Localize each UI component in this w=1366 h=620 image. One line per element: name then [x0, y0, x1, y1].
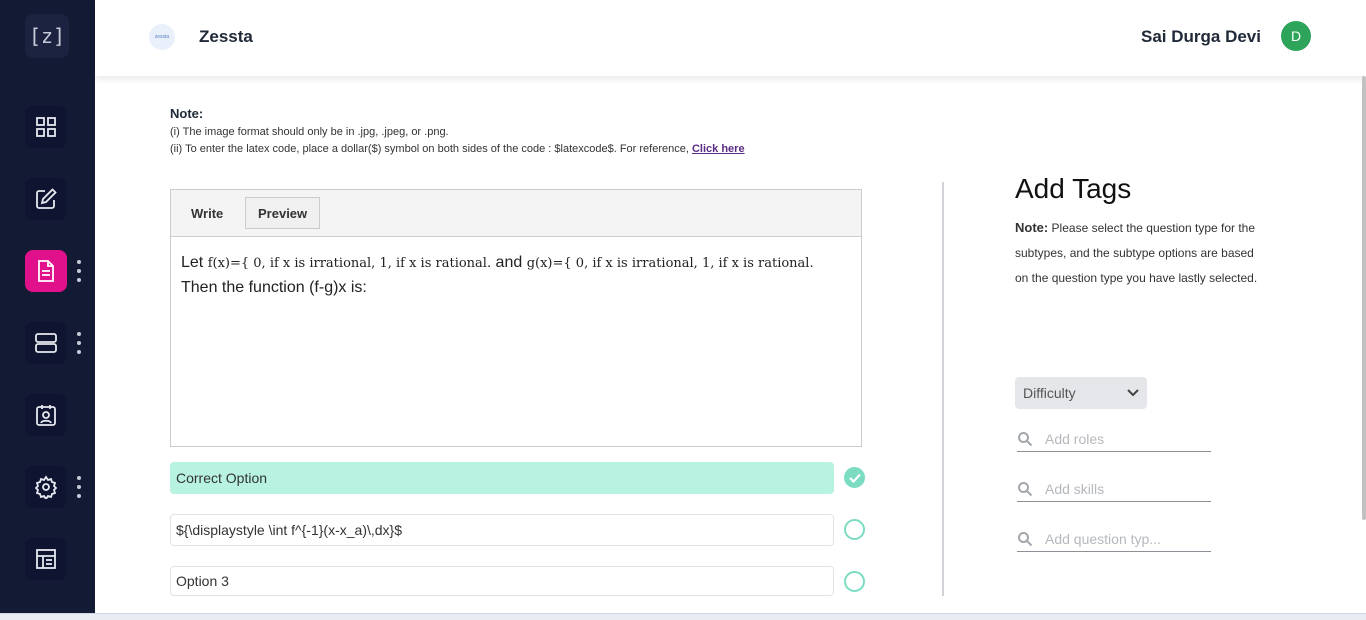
gear-icon: [34, 475, 58, 499]
questions-nav-button[interactable]: [25, 250, 67, 292]
brand-name: Zessta: [199, 27, 253, 46]
top-header: zessta Zessta Sai Durga Devi D: [95, 0, 1366, 76]
search-icon: [1018, 431, 1033, 446]
option-1-correct-toggle[interactable]: [844, 467, 865, 488]
question-editor: Write Preview Let f(x)={ 0, if x is irra…: [170, 189, 862, 447]
tests-nav-button[interactable]: [25, 322, 67, 364]
settings-nav-button[interactable]: [25, 466, 67, 508]
dashboard-nav-button[interactable]: [25, 106, 67, 148]
question-type-search-field[interactable]: Add question typ...: [1017, 526, 1211, 552]
preview-content: Let f(x)={ 0, if x is irrational, 1, if …: [171, 237, 861, 314]
panel-divider: [942, 182, 944, 596]
tab-write[interactable]: Write: [179, 197, 235, 229]
tags-note: Note: Please select the question type fo…: [1015, 215, 1265, 291]
roles-placeholder: Add roles: [1045, 430, 1105, 447]
preview-text-2: and: [495, 254, 523, 271]
avatar[interactable]: D: [1281, 21, 1311, 51]
candidates-nav-button[interactable]: [25, 394, 67, 436]
preview-text-1: Let: [181, 254, 204, 271]
check-icon: [848, 473, 861, 483]
roles-search-field[interactable]: Add roles: [1017, 426, 1211, 452]
preview-text-3: Then the function (f-g)x is:: [181, 279, 367, 296]
sidebar: [z]: [0, 0, 95, 620]
reference-link[interactable]: Click here: [692, 143, 745, 155]
skills-placeholder: Add skills: [1045, 480, 1105, 497]
option-3-correct-toggle[interactable]: [844, 571, 865, 592]
calendar-user-icon: [36, 405, 56, 426]
skills-search-field[interactable]: Add skills: [1017, 476, 1211, 502]
tests-more-icon[interactable]: [74, 332, 84, 354]
editor-tabs: Write Preview: [171, 190, 861, 237]
search-icon: [1018, 481, 1033, 496]
option-input-2[interactable]: ${\displaystyle \int f^{-1}(x-x_a)\,dx}$: [170, 514, 834, 546]
questions-more-icon[interactable]: [74, 260, 84, 282]
option-2-correct-toggle[interactable]: [844, 519, 865, 540]
app-logo[interactable]: [z]: [25, 14, 69, 58]
option-input-1[interactable]: Correct Option: [170, 462, 834, 494]
option-input-3[interactable]: Option 3: [170, 566, 834, 596]
search-icon: [1018, 531, 1033, 546]
page-scrollbar[interactable]: [1362, 76, 1366, 520]
tags-note-text: Please select the question type for the …: [1015, 221, 1258, 285]
organization-nav-button[interactable]: [25, 538, 67, 580]
document-icon: [38, 260, 54, 282]
tags-title: Add Tags: [1015, 173, 1132, 204]
note-line-2-text: (ii) To enter the latex code, place a do…: [170, 143, 692, 155]
edit-nav-button[interactable]: [25, 178, 67, 220]
preview-math-g: g(x)={ 0, if x is irrational, 1, if x is…: [526, 256, 814, 271]
building-icon: [36, 549, 56, 569]
difficulty-value: Difficulty: [1023, 385, 1076, 401]
edit-icon: [36, 188, 57, 209]
note-title: Note:: [170, 106, 204, 121]
brand-logo[interactable]: zessta: [149, 24, 175, 50]
question-type-placeholder: Add question typ...: [1045, 530, 1161, 547]
chevron-down-icon: [1127, 389, 1139, 397]
bottom-bar: [0, 613, 1366, 620]
note-line-2: (ii) To enter the latex code, place a do…: [170, 143, 745, 155]
tags-note-label: Note:: [1015, 220, 1049, 235]
settings-more-icon[interactable]: [74, 476, 84, 498]
preview-math-f: f(x)={ 0, if x is irrational, 1, if x is…: [207, 256, 492, 271]
grid-icon: [36, 117, 56, 137]
note-line-1: (i) The image format should only be in .…: [170, 126, 449, 138]
server-icon: [35, 333, 57, 353]
tab-preview[interactable]: Preview: [245, 197, 321, 229]
difficulty-select[interactable]: Difficulty: [1015, 377, 1147, 409]
user-name[interactable]: Sai Durga Devi: [1141, 27, 1261, 47]
